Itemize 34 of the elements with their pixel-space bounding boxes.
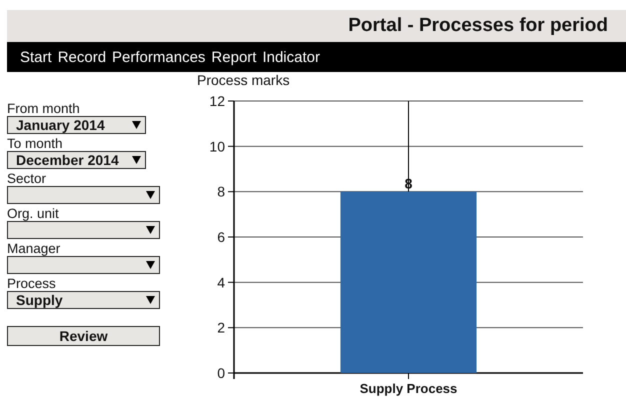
axis-tick-label: 8: [217, 184, 225, 200]
field-label: Process: [7, 277, 57, 291]
dropdown[interactable]: December 2014: [7, 151, 146, 169]
nav-link[interactable]: Indicator: [262, 48, 320, 66]
nav-link[interactable]: Report: [211, 48, 256, 66]
caret-icon: [146, 226, 155, 234]
dropdown[interactable]: January 2014: [7, 116, 146, 134]
nav-link[interactable]: Start: [20, 48, 52, 66]
dropdown[interactable]: [7, 221, 160, 239]
caret-icon: [146, 296, 155, 304]
axis-tick-label: 10: [209, 138, 225, 154]
axis-tick-label: 12: [209, 93, 225, 109]
axis-tick-label: 0: [217, 365, 225, 381]
dropdown[interactable]: Supply: [7, 291, 160, 309]
field-label: From month: [7, 102, 81, 116]
dropdown[interactable]: [7, 186, 160, 204]
axis-tick-label: 6: [217, 229, 225, 245]
caret-icon: [146, 261, 155, 269]
field-label: Sector: [7, 172, 48, 186]
field-label: Manager: [7, 242, 62, 256]
nav-link[interactable]: Performances: [112, 48, 206, 66]
caret-icon: [132, 156, 141, 164]
chart-title: Process marks: [197, 72, 290, 88]
nav-link[interactable]: Record: [58, 48, 106, 66]
axis-tick-label: 2: [217, 320, 225, 336]
field-label: To month: [7, 137, 64, 151]
field-label: Org. unit: [7, 207, 60, 221]
category-label: Supply Process: [360, 381, 458, 396]
caret-icon: [132, 121, 141, 129]
review-button[interactable]: Review: [7, 326, 160, 346]
dropdown[interactable]: [7, 256, 160, 274]
axis-tick-label: 4: [217, 274, 225, 290]
caret-icon: [146, 191, 155, 199]
page-title: Portal - Processes for period: [348, 15, 608, 37]
